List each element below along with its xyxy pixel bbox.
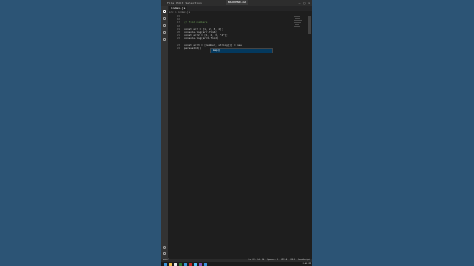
source-control-icon[interactable] [163, 24, 166, 27]
minimize-button[interactable]: – [299, 1, 301, 5]
gear-icon[interactable] [163, 252, 166, 255]
minimap-line [295, 24, 299, 25]
minimap[interactable] [294, 14, 304, 44]
code-line[interactable]: console.log(arr2.find( [184, 37, 218, 40]
taskbar-app-icon[interactable] [204, 262, 207, 266]
minimap-line [295, 18, 300, 19]
code-line[interactable]: // find numbers [184, 21, 207, 24]
editor-area[interactable]: 15 16 17// find numbers 18 19 const arr = [1,… [168, 14, 312, 259]
account-icon[interactable] [163, 246, 166, 249]
line-number: 22 [176, 37, 180, 41]
vertical-scrollbar[interactable] [308, 14, 311, 259]
minimap-line [294, 26, 300, 27]
taskbar-app-icon[interactable] [189, 262, 192, 266]
suggestion-widget[interactable]: map() [210, 48, 273, 53]
taskbar-app-icon[interactable] [199, 262, 202, 266]
explorer-icon[interactable] [163, 10, 166, 13]
menu-file[interactable]: File [167, 1, 174, 5]
minimap-line [294, 22, 301, 23]
minimap-line [294, 16, 300, 17]
run-debug-icon[interactable] [163, 31, 166, 34]
minimap-line [294, 20, 302, 21]
taskbar-app-icon[interactable] [164, 262, 167, 266]
taskbar-app-icon[interactable] [194, 262, 197, 266]
taskbar-app-icon[interactable] [179, 262, 182, 266]
extensions-icon[interactable] [163, 38, 166, 41]
suggestion-item[interactable]: map() [213, 49, 221, 53]
line-number: 24 [176, 47, 180, 50]
taskbar: 2:45 PM [161, 262, 312, 266]
maximize-button[interactable]: □ [303, 1, 305, 5]
window-title: BACKEND.md [226, 0, 249, 5]
taskbar-clock: 2:45 PM [302, 263, 311, 265]
close-button[interactable]: × [308, 1, 310, 5]
taskbar-app-icon[interactable] [184, 262, 187, 266]
activity-bar [161, 6, 168, 259]
menu-selection[interactable]: Selection [185, 1, 201, 5]
taskbar-app-icon[interactable] [169, 262, 172, 266]
code-editor-window: File Edit Selection BACKEND.md – □ × ind… [161, 0, 312, 266]
scrollbar-thumb[interactable] [308, 16, 311, 34]
menu-edit[interactable]: Edit [176, 1, 183, 5]
menu-bar: File Edit Selection [167, 1, 202, 5]
search-icon[interactable] [163, 17, 166, 20]
code-line[interactable]: pareseInt() [184, 47, 201, 50]
taskbar-app-icon[interactable] [174, 262, 177, 266]
window-controls: – □ × [299, 1, 310, 5]
